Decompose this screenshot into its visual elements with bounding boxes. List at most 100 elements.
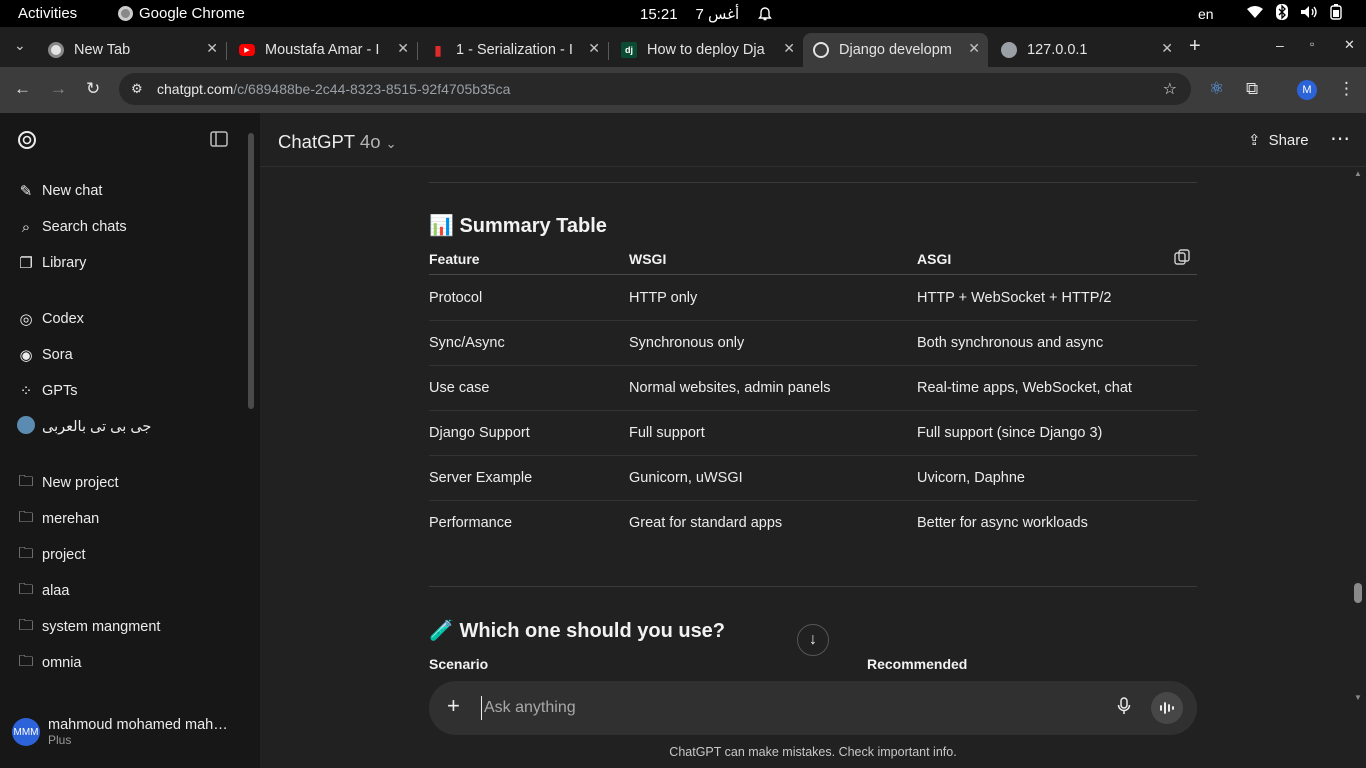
tab-django-deploy[interactable]: dj How to deploy Dja ✕ [611,33,803,67]
model-selector[interactable]: ChatGPT 4o ⌄ [278,131,397,153]
sidebar-item-codex[interactable]: ◎ Codex [16,307,83,331]
sidebar-item-library[interactable]: ❐ Library [16,251,86,275]
wifi-icon [1246,5,1264,19]
user-name: mahmoud mohamed mah… [48,717,228,733]
close-tab-icon[interactable]: ✕ [783,40,795,57]
more-options-icon[interactable]: ⋯ [1330,126,1350,151]
tab-title: Django developm [839,42,952,58]
minimize-icon[interactable]: – [1276,37,1284,53]
back-arrow-icon[interactable]: ← [14,79,31,99]
battery-icon [1330,4,1342,20]
folder-icon: 🗀 [18,580,34,598]
sidebar-item-project-project[interactable]: 🗀 project [16,543,85,567]
sidebar-item-search-chats[interactable]: ⌕ Search chats [16,215,127,239]
prompt-input[interactable] [481,696,1101,720]
app-name: Google Chrome [139,5,245,22]
tab-separator [417,42,418,60]
sidebar-item-label: merehan [42,511,100,527]
sidebar-item-gpts[interactable]: ⁘ GPTs [16,379,78,403]
activities-button[interactable]: Activities [18,5,77,22]
profile-avatar[interactable]: M [1297,80,1317,100]
scroll-to-bottom-button[interactable]: ↓ [797,624,829,656]
table-cell: HTTP only [629,290,698,306]
copy-table-icon[interactable] [1174,249,1190,265]
close-tab-icon[interactable]: ✕ [588,40,600,57]
sidebar-toggle-icon[interactable] [210,131,228,147]
table-cell: HTTP + WebSocket + HTTP/2 [917,290,1112,306]
column-header-feature: Feature [429,251,480,267]
user-plan: Plus [48,733,72,747]
volume-icon [1300,5,1318,19]
scroll-up-arrow-icon[interactable]: ▲ [1354,169,1362,178]
which-one-title: 🧪 Which one should you use? [429,618,725,643]
scroll-down-arrow-icon[interactable]: ▼ [1354,693,1362,702]
table-cell: Both synchronous and async [917,335,1104,351]
forward-arrow-icon[interactable]: → [50,79,67,99]
bluetooth-icon [1276,4,1288,20]
table-cell: Sync/Async [429,335,505,351]
tab-search-icon[interactable]: ⌄ [14,37,26,54]
tab-chatgpt-active[interactable]: Django developm ✕ [803,33,988,67]
sidebar-item-new-chat[interactable]: ✎ New chat [16,179,103,203]
chatgpt-app: ✎ New chat ⌕ Search chats ❐ Library ◎ Codex … [0,113,1366,768]
keyboard-layout-indicator[interactable]: en [1198,6,1214,22]
sidebar-item-project-merehan[interactable]: 🗀 merehan [16,507,99,531]
openai-logo-icon[interactable] [16,129,38,151]
section-divider [429,586,1197,587]
table-row: Django Support Full support Full support… [429,411,1197,456]
system-tray[interactable] [1246,4,1342,20]
sidebar-item-new-project[interactable]: 🗀 New project [16,471,118,495]
bookmark-star-icon[interactable]: ☆ [1163,79,1177,99]
site-settings-icon[interactable]: ⚙ [131,81,143,97]
model-version: 4o [359,131,381,152]
tab-new-tab[interactable]: New Tab ✕ [38,33,226,67]
tab-title: 127.0.0.1 [1027,42,1088,58]
sidebar-item-project-system[interactable]: 🗀 system mangment [16,615,160,639]
table-cell: Gunicorn, uWSGI [629,470,743,486]
new-tab-plus-icon[interactable]: + [1189,35,1201,58]
globe-icon [1001,42,1017,58]
tab-localhost[interactable]: 127.0.0.1 ✕ [991,33,1181,67]
sidebar-item-label: system mangment [42,619,161,635]
chrome-menu-icon[interactable]: ⋮ [1338,79,1355,99]
user-menu[interactable]: MMM mahmoud mohamed mah… Plus [12,717,228,747]
table-cell: Real-time apps, WebSocket, chat [917,380,1132,396]
app-menu[interactable]: Google Chrome [118,5,245,22]
close-tab-icon[interactable]: ✕ [1161,40,1173,57]
extensions-puzzle-icon[interactable]: ⧉ [1246,79,1258,99]
close-window-icon[interactable]: ✕ [1344,37,1355,53]
add-attachment-icon[interactable]: + [447,693,460,719]
sora-icon: ◉ [19,347,33,364]
address-bar[interactable]: ⚙ chatgpt.com/c/689488be-2c44-8323-8515-… [119,73,1191,105]
sidebar-scrollbar[interactable] [248,133,254,409]
close-tab-icon[interactable]: ✕ [968,40,980,57]
table-row: Use case Normal websites, admin panels R… [429,366,1197,411]
table-cell: Great for standard apps [629,515,783,531]
main-scrollbar-thumb[interactable] [1354,583,1362,603]
voice-mode-button[interactable] [1151,692,1183,724]
table-row: Server Example Gunicorn, uWSGI Uvicorn, … [429,456,1197,501]
sidebar-item-sora[interactable]: ◉ Sora [16,343,72,367]
sidebar-item-project-omnia[interactable]: 🗀 omnia [16,651,81,675]
clock[interactable]: 15:21 أغس 7 [640,5,773,23]
system-top-bar: Activities Google Chrome 15:21 أغس 7 en [0,0,1366,27]
sidebar-item-arabic-gpt[interactable]: جى بى تى بالعربى [16,415,151,439]
share-label: Share [1268,131,1309,149]
table-header: Feature WSGI ASGI [429,249,1197,275]
share-button[interactable]: ⇪ Share [1248,131,1309,150]
tab-youtube[interactable]: ▶ Moustafa Amar - I ✕ [229,33,417,67]
reload-icon[interactable]: ↻ [86,79,100,99]
close-tab-icon[interactable]: ✕ [206,40,218,57]
microphone-icon[interactable] [1117,697,1131,715]
tab-serialization[interactable]: ▮ 1 - Serialization - I ✕ [420,33,608,67]
sidebar-item-project-alaa[interactable]: 🗀 alaa [16,579,69,603]
table-row: Protocol HTTP only HTTP + WebSocket + HT… [429,276,1197,321]
close-tab-icon[interactable]: ✕ [397,40,409,57]
table-cell: Full support [629,425,705,441]
tab-separator [226,42,227,60]
react-devtools-icon[interactable]: ⚛ [1209,79,1224,99]
table-cell: Uvicorn, Daphne [917,470,1025,486]
table-cell: Protocol [429,290,483,306]
maximize-icon[interactable]: ▫ [1310,37,1314,51]
which-title-text: Which one should you use? [459,620,726,642]
